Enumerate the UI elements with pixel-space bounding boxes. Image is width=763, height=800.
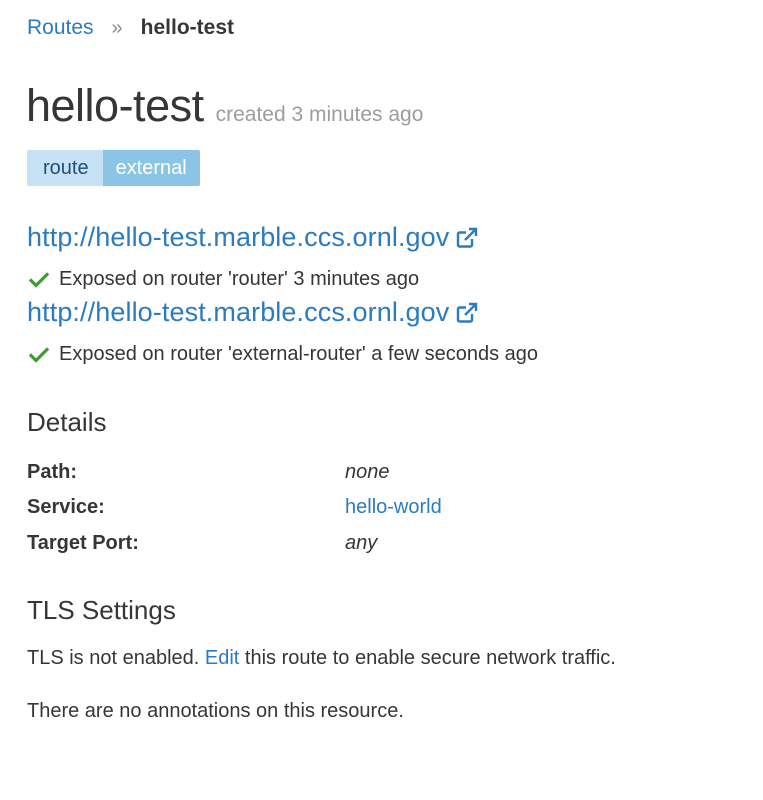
annotations-empty-message: There are no annotations on this resourc… <box>27 700 404 722</box>
service-link[interactable]: hello-world <box>345 496 442 519</box>
target-port-label: Target Port: <box>27 531 139 554</box>
page-title: hello-test <box>26 80 204 131</box>
route-status-2: Exposed on router 'external-router' a fe… <box>28 343 539 366</box>
label-key[interactable]: route <box>27 150 103 186</box>
path-label: Path: <box>27 460 77 483</box>
path-value: none <box>345 460 390 483</box>
label-badge[interactable]: route external <box>27 150 200 186</box>
breadcrumb-separator: » <box>111 16 123 39</box>
check-icon <box>28 270 50 290</box>
route-status-1: Exposed on router 'router' 3 minutes ago <box>28 268 420 291</box>
external-link-icon[interactable] <box>455 301 479 325</box>
details-heading: Details <box>27 407 107 437</box>
created-timestamp: created 3 minutes ago <box>215 103 424 126</box>
label-value[interactable]: external <box>102 150 200 186</box>
breadcrumb-routes-link[interactable]: Routes <box>27 16 94 40</box>
route-url-link[interactable]: http://hello-test.marble.ccs.ornl.gov <box>27 297 449 328</box>
route-url-link[interactable]: http://hello-test.marble.ccs.ornl.gov <box>27 222 449 253</box>
details-row-path: Path: none <box>27 458 727 486</box>
route-status-text: Exposed on router 'router' 3 minutes ago <box>59 268 420 290</box>
target-port-value: any <box>345 531 378 554</box>
route-host-1: http://hello-test.marble.ccs.ornl.gov <box>27 222 479 253</box>
breadcrumb: Routes » hello-test <box>27 14 234 42</box>
tls-message: TLS is not enabled. Edit this route to e… <box>27 647 616 670</box>
tls-edit-link[interactable]: Edit <box>205 647 239 669</box>
breadcrumb-current: hello-test <box>140 16 235 39</box>
check-icon <box>28 345 50 365</box>
tls-heading: TLS Settings <box>27 595 176 625</box>
route-host-2: http://hello-test.marble.ccs.ornl.gov <box>27 297 479 328</box>
tls-text-before: TLS is not enabled. <box>27 647 205 669</box>
tls-text-after: this route to enable secure network traf… <box>239 647 616 669</box>
details-row-target-port: Target Port: any <box>27 529 727 557</box>
page-header: hello-test created 3 minutes ago <box>26 80 423 132</box>
external-link-icon[interactable] <box>455 226 479 250</box>
route-status-text: Exposed on router 'external-router' a fe… <box>59 343 539 365</box>
service-label: Service: <box>27 495 105 518</box>
details-row-service: Service: hello-world <box>27 493 727 521</box>
